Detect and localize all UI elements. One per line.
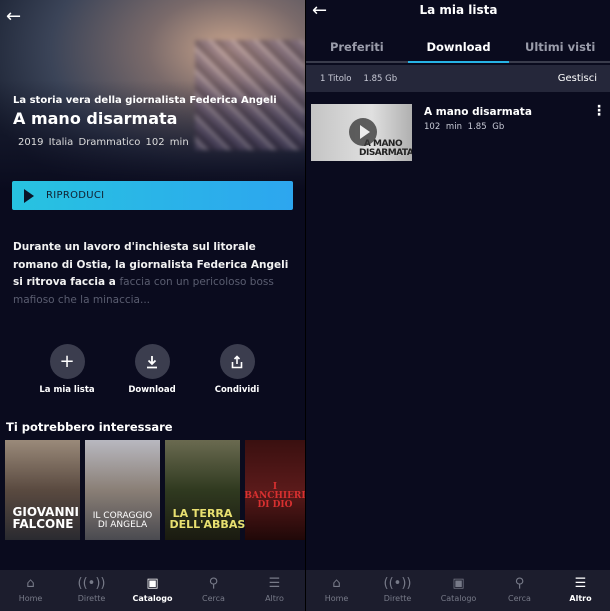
nav-label: Catalogo	[440, 594, 477, 603]
share-label: Condividi	[214, 385, 260, 395]
manage-button[interactable]: Gestisci	[558, 73, 597, 84]
play-button[interactable]: RIPRODUCI	[12, 181, 293, 210]
share-icon	[219, 344, 255, 379]
download-summary-bar: 1 Titolo 1.85 Gb Gestisci	[306, 65, 610, 92]
nav-altro[interactable]: ☰ Altro	[550, 570, 610, 611]
movie-description[interactable]: Durante un lavoro d'inchiesta sul litora…	[13, 239, 298, 309]
menu-icon: ☰	[268, 576, 281, 591]
tab-ultimi-visti[interactable]: Ultimi visti	[509, 33, 610, 61]
bottom-nav: ⌂ Home ((•)) Dirette ▣ Catalogo ⚲ Cerca ☰ Alt…	[0, 570, 305, 611]
nav-cerca[interactable]: ⚲ Cerca	[183, 570, 244, 611]
tab-bar: Preferiti Download Ultimi visti	[306, 33, 610, 63]
poster-giovanni-falcone[interactable]: GIOVANNI FALCONE	[5, 440, 80, 540]
poster-i-banchieri-di-dio[interactable]: I BANCHIERI DI DIO	[244, 440, 305, 540]
nav-label: Catalogo	[132, 594, 173, 603]
poster-title: I BANCHIERI DI DIO	[244, 482, 305, 510]
movie-meta: 2019 Italia Drammatico 102 min	[18, 137, 189, 148]
download-label: Download	[128, 385, 176, 395]
add-to-list-label: La mia lista	[39, 385, 95, 395]
nav-label: Home	[324, 594, 349, 603]
back-arrow-icon[interactable]: ←	[6, 6, 21, 27]
nav-altro[interactable]: ☰ Altro	[244, 570, 305, 611]
page-title: La mia lista	[419, 3, 498, 17]
total-size: 1.85 Gb	[363, 73, 398, 84]
nav-cerca[interactable]: ⚲ Cerca	[489, 570, 550, 611]
nav-dirette[interactable]: ((•)) Dirette	[367, 570, 428, 611]
nav-home[interactable]: ⌂ Home	[306, 570, 367, 611]
poster-title: IL CORAGGIO DI ANGELA	[92, 511, 153, 530]
plus-icon: +	[49, 344, 85, 379]
home-icon: ⌂	[332, 576, 341, 591]
download-icon	[134, 344, 170, 379]
broadcast-icon: ((•))	[77, 576, 106, 591]
nav-label: Dirette	[383, 594, 412, 603]
nav-label: Home	[18, 594, 43, 603]
search-icon: ⚲	[514, 576, 525, 591]
nav-catalogo[interactable]: ▣ Catalogo	[122, 570, 183, 611]
add-to-list-button[interactable]: + La mia lista	[27, 344, 107, 395]
item-size: 1.85 Gb	[467, 122, 505, 132]
item-thumbnail[interactable]: A MANO DISARMATA	[311, 104, 412, 161]
search-icon: ⚲	[208, 576, 219, 591]
my-list-screen: ← La mia lista Preferiti Download Ultimi…	[305, 0, 610, 611]
poster-la-terra-dell-abbastanza[interactable]: LA TERRA DELL'ABBASTANZA	[165, 440, 287, 540]
nav-dirette[interactable]: ((•)) Dirette	[61, 570, 122, 611]
nav-label: Altro	[569, 594, 592, 603]
item-duration: 102 min	[424, 122, 462, 132]
catalog-icon: ▣	[146, 576, 159, 591]
play-icon	[24, 188, 34, 203]
tab-preferiti[interactable]: Preferiti	[306, 33, 408, 61]
play-icon[interactable]	[349, 118, 377, 146]
movie-title: A mano disarmata	[13, 109, 178, 128]
more-options-icon[interactable]: ⋮	[592, 104, 606, 118]
title-count: 1 Titolo	[320, 73, 352, 84]
recommendations-heading: Ti potrebbero interessare	[6, 420, 173, 434]
tab-download[interactable]: Download	[407, 33, 510, 63]
item-meta: 102 min 1.85 Gb	[424, 122, 504, 132]
download-button[interactable]: Download	[112, 344, 192, 395]
nav-label: Cerca	[508, 594, 531, 603]
poster-title: GIOVANNI FALCONE	[12, 505, 80, 531]
play-label: RIPRODUCI	[46, 190, 105, 201]
nav-label: Dirette	[77, 594, 106, 603]
menu-icon: ☰	[574, 576, 587, 591]
nav-label: Altro	[265, 594, 284, 603]
download-list-item[interactable]: A MANO DISARMATA A mano disarmata 102 mi…	[311, 104, 606, 161]
home-icon: ⌂	[26, 576, 35, 591]
share-button[interactable]: Condividi	[197, 344, 277, 395]
nav-catalogo[interactable]: ▣ Catalogo	[428, 570, 489, 611]
item-title: A mano disarmata	[424, 106, 532, 118]
bottom-nav: ⌂ Home ((•)) Dirette ▣ Catalogo ⚲ Cerca ☰ Alt…	[306, 570, 610, 611]
movie-tagline: La storia vera della giornalista Federic…	[13, 95, 277, 106]
poster-title: LA TERRA DELL'ABBASTANZA	[169, 507, 287, 531]
poster-il-coraggio-di-angela[interactable]: IL CORAGGIO DI ANGELA	[85, 440, 160, 540]
nav-home[interactable]: ⌂ Home	[0, 570, 61, 611]
catalog-icon: ▣	[452, 576, 465, 591]
broadcast-icon: ((•))	[383, 576, 412, 591]
nav-label: Cerca	[202, 594, 225, 603]
movie-detail-screen: ← La storia vera della giornalista Feder…	[0, 0, 305, 611]
